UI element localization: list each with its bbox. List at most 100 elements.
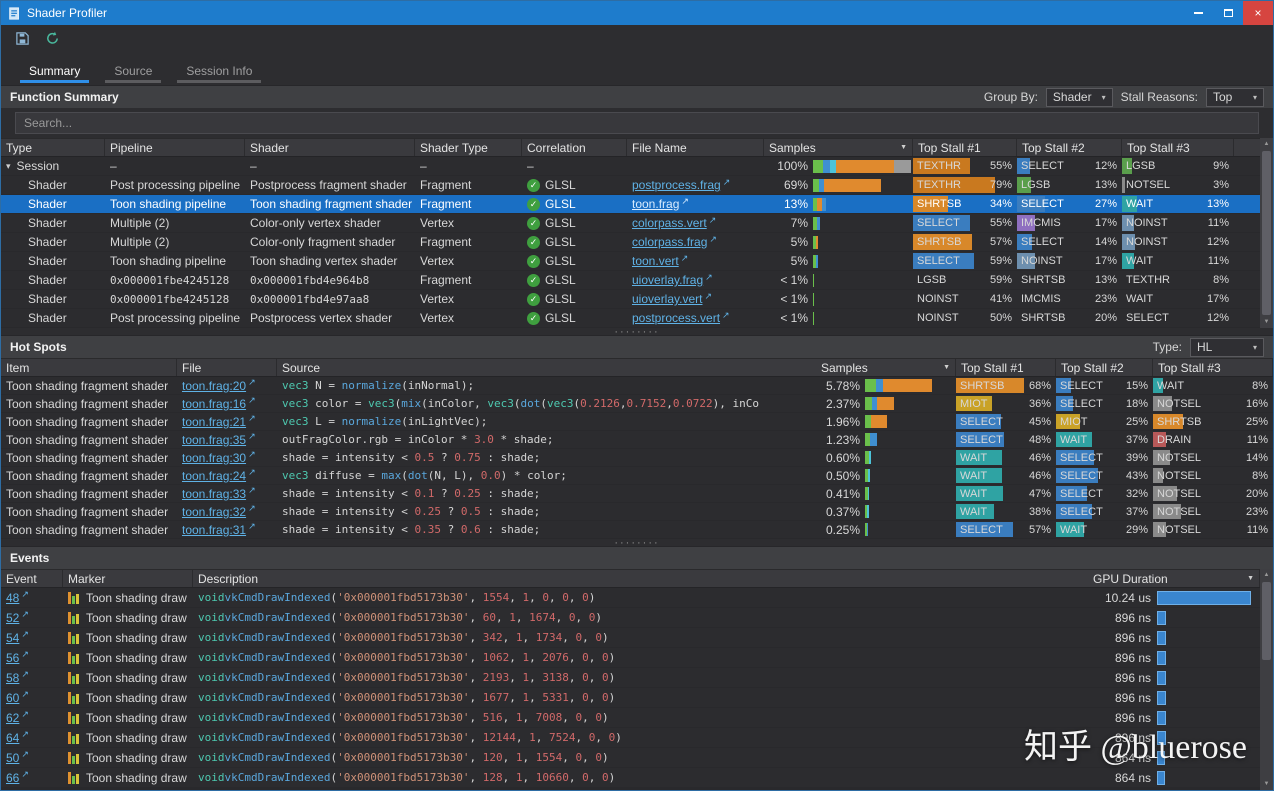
event-link[interactable]: 62 <box>6 711 19 725</box>
file-link[interactable]: toon.frag <box>632 197 679 211</box>
column-header-top-stall-2[interactable]: Top Stall #2 <box>1056 359 1153 376</box>
table-row[interactable]: Toon shading fragment shader toon.frag:32… <box>1 503 1273 521</box>
scrollbar-thumb[interactable] <box>1262 582 1271 660</box>
table-row[interactable]: Shader Multiple (2) Color-only fragment sh… <box>1 233 1260 252</box>
file-link[interactable]: colorpass.vert <box>632 216 707 230</box>
scroll-up-icon[interactable]: ▲ <box>1260 138 1273 150</box>
event-link[interactable]: 58 <box>6 671 19 685</box>
column-header-pipeline[interactable]: Pipeline <box>105 139 245 156</box>
column-header-file[interactable]: File <box>177 359 277 376</box>
table-row[interactable]: 60 ↗ Toon shading draw void vkCmdDrawIndexe… <box>1 688 1260 708</box>
file-link[interactable]: toon.frag:31 <box>182 523 246 537</box>
save-report-button[interactable] <box>12 30 32 50</box>
minimize-button[interactable] <box>1183 1 1213 25</box>
column-header-description[interactable]: Description <box>193 570 1088 587</box>
file-link[interactable]: toon.frag:16 <box>182 397 246 411</box>
table-row[interactable]: Toon shading fragment shader toon.frag:33… <box>1 485 1273 503</box>
column-header-top-stall-1[interactable]: Top Stall #1 <box>913 139 1017 156</box>
file-link[interactable]: uioverlay.frag <box>632 273 703 287</box>
table-row[interactable]: Shader Toon shading pipeline Toon shading … <box>1 195 1260 214</box>
column-header-marker[interactable]: Marker <box>63 570 193 587</box>
splitter-handle[interactable]: ········ <box>1 326 1273 337</box>
table-row[interactable]: Shader 0x000001fbe4245128 0x000001fbd4e97a… <box>1 290 1260 309</box>
table-row[interactable]: Toon shading fragment shader toon.frag:16… <box>1 395 1273 413</box>
column-header-samples[interactable]: Samples ▼ <box>764 139 913 156</box>
event-link[interactable]: 50 <box>6 751 19 765</box>
table-row[interactable]: Toon shading fragment shader toon.frag:20… <box>1 377 1273 395</box>
column-header-top-stall-3[interactable]: Top Stall #3 <box>1153 359 1273 376</box>
table-row[interactable]: 58 ↗ Toon shading draw void vkCmdDrawIndexe… <box>1 668 1260 688</box>
scroll-up-icon[interactable]: ▲ <box>1260 569 1273 581</box>
column-header-type[interactable]: Type <box>1 139 105 156</box>
maximize-button[interactable] <box>1213 1 1243 25</box>
column-header-event[interactable]: Event <box>1 570 63 587</box>
table-row[interactable]: ▾ Session – – – – 100% TEXTHR 55% SELECT 12% LGSB 9% <box>1 157 1260 176</box>
table-row[interactable]: Toon shading fragment shader toon.frag:31… <box>1 521 1273 539</box>
event-link[interactable]: 54 <box>6 631 19 645</box>
file-link[interactable]: toon.vert <box>632 254 679 268</box>
event-link[interactable]: 64 <box>6 731 19 745</box>
cell-text: Color-only vertex shader <box>250 216 381 230</box>
column-header-shader[interactable]: Shader <box>245 139 415 156</box>
file-link[interactable]: toon.frag:33 <box>182 487 246 501</box>
column-header-correlation[interactable]: Correlation <box>522 139 627 156</box>
event-link[interactable]: 66 <box>6 771 19 785</box>
file-link[interactable]: postprocess.vert <box>632 311 720 325</box>
table-row[interactable]: Shader Post processing pipeline Postproces… <box>1 176 1260 195</box>
file-link[interactable]: toon.frag:21 <box>182 415 246 429</box>
table-row[interactable]: 56 ↗ Toon shading draw void vkCmdDrawIndexe… <box>1 648 1260 668</box>
scroll-down-icon[interactable]: ▼ <box>1260 778 1273 790</box>
scrollbar-thumb[interactable] <box>1262 151 1271 315</box>
column-header-file-name[interactable]: File Name <box>627 139 764 156</box>
column-header-gpu-duration[interactable]: GPU Duration ▼ <box>1088 570 1260 587</box>
table-row[interactable]: 52 ↗ Toon shading draw void vkCmdDrawIndexe… <box>1 608 1260 628</box>
table-row[interactable]: Shader Multiple (2) Color-only vertex shad… <box>1 214 1260 233</box>
tab-session-info[interactable]: Session Info <box>172 60 266 85</box>
table-row[interactable]: Shader Toon shading pipeline Toon shading … <box>1 252 1260 271</box>
column-header-top-stall-3[interactable]: Top Stall #3 <box>1122 139 1234 156</box>
splitter-handle[interactable]: ········ <box>1 537 1273 548</box>
file-link[interactable]: toon.frag:32 <box>182 505 246 519</box>
column-header-shader-type[interactable]: Shader Type <box>415 139 522 156</box>
table-row[interactable]: Shader Post processing pipeline Postproces… <box>1 309 1260 328</box>
refresh-button[interactable] <box>42 30 62 50</box>
table-row[interactable]: Shader 0x000001fbe4245128 0x000001fbd4e964… <box>1 271 1260 290</box>
event-link[interactable]: 60 <box>6 691 19 705</box>
file-link[interactable]: toon.frag:30 <box>182 451 246 465</box>
titlebar[interactable]: Shader Profiler × <box>1 1 1273 25</box>
file-link[interactable]: toon.frag:35 <box>182 433 246 447</box>
column-header-top-stall-1[interactable]: Top Stall #1 <box>956 359 1056 376</box>
function-summary-scrollbar[interactable]: ▲ ▼ <box>1260 138 1273 328</box>
table-row[interactable]: Toon shading fragment shader toon.frag:21… <box>1 413 1273 431</box>
event-link[interactable]: 48 <box>6 591 19 605</box>
file-link[interactable]: postprocess.frag <box>632 178 721 192</box>
stall-percent: 47% <box>1028 487 1051 500</box>
table-row[interactable]: Toon shading fragment shader toon.frag:30… <box>1 449 1273 467</box>
scroll-down-icon[interactable]: ▼ <box>1260 316 1273 328</box>
column-header-source[interactable]: Source <box>277 359 816 376</box>
close-button[interactable]: × <box>1243 1 1273 25</box>
group-by-dropdown[interactable]: Shader ▾ <box>1045 87 1113 107</box>
file-link[interactable]: uioverlay.vert <box>632 292 702 306</box>
type-dropdown[interactable]: HL ▾ <box>1190 337 1264 357</box>
table-row[interactable]: 48 ↗ Toon shading draw void vkCmdDrawIndexe… <box>1 588 1260 608</box>
table-row[interactable]: 54 ↗ Toon shading draw void vkCmdDrawIndexe… <box>1 628 1260 648</box>
table-row[interactable]: Toon shading fragment shader toon.frag:35… <box>1 431 1273 449</box>
file-link[interactable]: toon.frag:24 <box>182 469 246 483</box>
file-link[interactable]: colorpass.frag <box>632 235 707 249</box>
stall-reasons-dropdown[interactable]: Top ▾ <box>1206 87 1264 107</box>
column-header-top-stall-2[interactable]: Top Stall #2 <box>1017 139 1122 156</box>
tab-summary[interactable]: Summary <box>15 60 94 85</box>
expander-icon[interactable]: ▾ <box>6 161 11 172</box>
events-scrollbar[interactable]: ▲ ▼ <box>1260 569 1273 790</box>
event-link[interactable]: 52 <box>6 611 19 625</box>
column-header-item[interactable]: Item <box>1 359 177 376</box>
file-link[interactable]: toon.frag:20 <box>182 379 246 393</box>
tab-source[interactable]: Source <box>100 60 166 85</box>
table-row[interactable]: 66 ↗ Toon shading draw void vkCmdDrawIndexe… <box>1 768 1260 788</box>
stall-cell: WAIT 47% <box>956 485 1056 502</box>
column-header-samples[interactable]: Samples ▼ <box>816 359 956 376</box>
search-input[interactable] <box>15 112 1259 134</box>
table-row[interactable]: Toon shading fragment shader toon.frag:24… <box>1 467 1273 485</box>
event-link[interactable]: 56 <box>6 651 19 665</box>
